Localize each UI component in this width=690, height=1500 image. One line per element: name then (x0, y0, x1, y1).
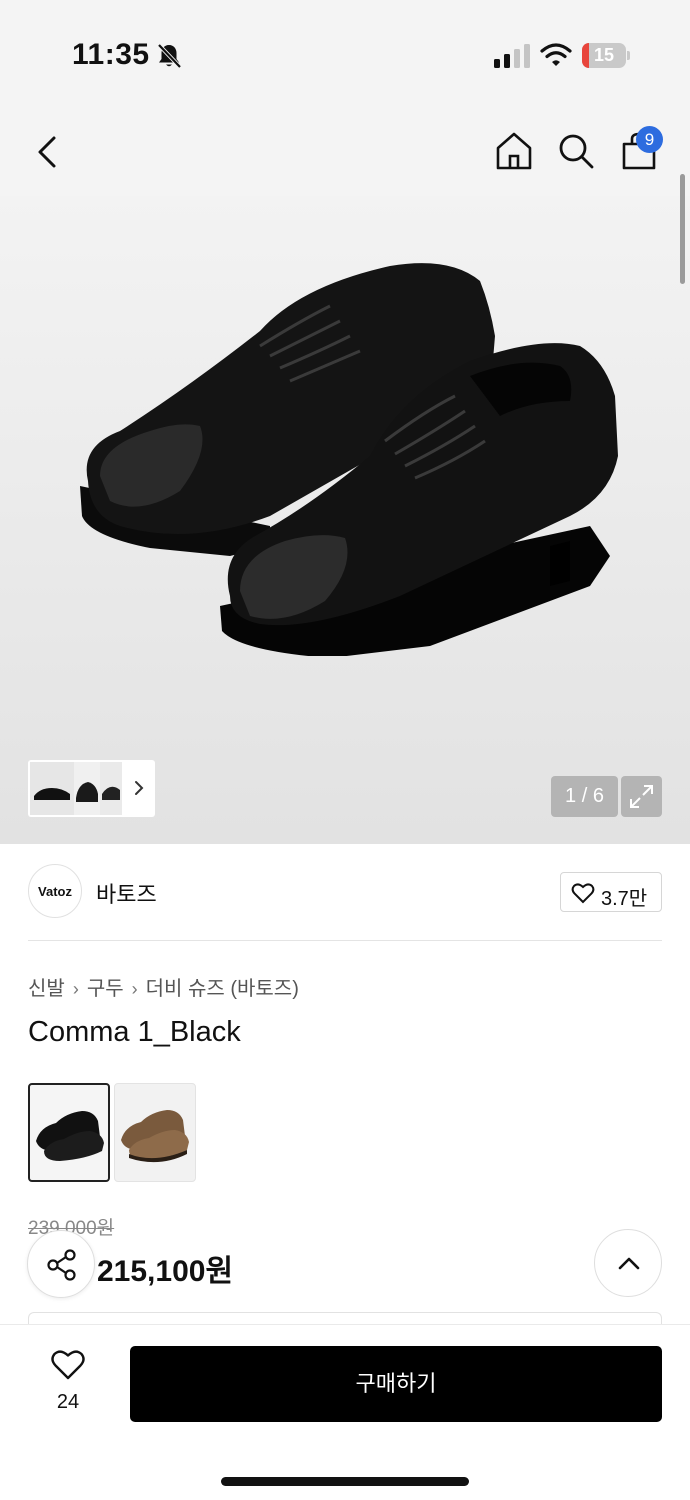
breadcrumb-item-derby-shoes[interactable]: 더비 슈즈 (바토즈) (146, 978, 299, 1000)
wishlist-count: 24 (56, 1391, 80, 1413)
brand-like-count: 3.7만 (601, 888, 648, 910)
expand-icon (630, 785, 653, 808)
search-icon[interactable] (556, 130, 596, 172)
product-title: Comma 1_Black (28, 1016, 241, 1048)
heart-icon (51, 1350, 85, 1380)
expand-button[interactable] (621, 776, 662, 817)
black-shoe-thumbnail (36, 1111, 104, 1161)
heart-icon (571, 883, 595, 904)
home-indicator[interactable] (221, 1477, 469, 1486)
color-swatch-brown[interactable] (114, 1083, 196, 1182)
purchase-bar: 24 구매하기 (0, 1324, 690, 1500)
breadcrumb-separator: › (72, 979, 79, 999)
home-icon[interactable] (494, 130, 534, 172)
brand-like-button[interactable]: 3.7만 (560, 872, 662, 912)
status-bar: 11:35 15 (0, 0, 690, 110)
brand-row: Vatoz 바토즈 3.7만 (28, 864, 662, 922)
wifi-icon (540, 43, 572, 66)
share-button[interactable] (27, 1230, 95, 1298)
battery-level: 15 (593, 45, 615, 65)
sale-price: 215,100원 (97, 1255, 234, 1288)
nav-bar (0, 110, 690, 196)
brown-shoe-thumbnail (121, 1110, 189, 1163)
breadcrumb: 신발 › 구두 › 더비 슈즈 (바토즈) (28, 972, 299, 1001)
breadcrumb-item-shoes[interactable]: 신발 (28, 978, 65, 1000)
back-icon[interactable] (30, 132, 66, 172)
bell-slash-icon (157, 43, 182, 69)
image-counter: 1 / 6 (551, 776, 618, 817)
signal-icon (494, 44, 530, 68)
battery-icon: 15 (582, 43, 630, 68)
wishlist-button[interactable]: 24 (40, 1349, 96, 1419)
product-image (80, 263, 618, 656)
breadcrumb-item-dress-shoes[interactable]: 구두 (87, 978, 124, 1000)
scroll-top-button[interactable] (594, 1229, 662, 1297)
color-swatch-black[interactable] (28, 1083, 110, 1182)
divider (28, 940, 662, 941)
brand-logo[interactable]: Vatoz (28, 864, 82, 918)
status-time: 11:35 (72, 38, 150, 71)
product-image-gallery[interactable]: 1 / 6 (0, 196, 690, 844)
brand-name[interactable]: 바토즈 (96, 877, 157, 909)
scrollbar[interactable] (680, 174, 685, 284)
thumbnail-strip[interactable] (28, 760, 155, 817)
cart-count-badge: 9 (636, 126, 663, 153)
share-icon (47, 1249, 76, 1281)
breadcrumb-separator: › (131, 979, 138, 999)
buy-button[interactable]: 구매하기 (130, 1346, 662, 1422)
chevron-right-icon (135, 781, 144, 795)
chevron-up-icon (618, 1257, 640, 1270)
